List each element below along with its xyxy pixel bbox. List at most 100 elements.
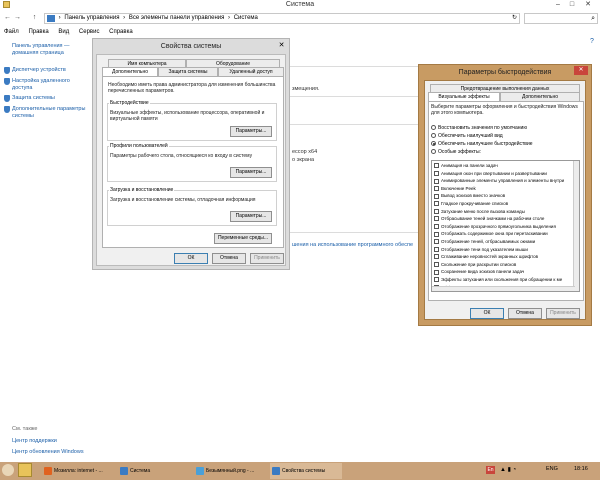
close-button[interactable]: ✕ [582,0,594,9]
effect-checkbox[interactable] [434,186,439,192]
effect-checkbox[interactable] [434,246,439,252]
tab-perf-advanced[interactable]: Дополнительно [500,92,580,101]
taskbar-item-sysprops[interactable]: Свойства системы [270,463,342,479]
effect-item[interactable]: Отображение теней, отбрасываемых окнами [434,238,572,246]
sidebar-home-link[interactable]: Панель управления — домашняя страница [12,43,90,56]
sidebar-item-protection[interactable]: Защита системы [4,95,90,102]
refresh-icon[interactable]: ↻ [512,14,517,23]
effect-checkbox[interactable] [434,231,439,237]
breadcrumb-control-panel[interactable]: Панель управления [64,15,119,21]
radio-button[interactable] [431,141,436,147]
taskbar-item-browser[interactable]: Мозилла: internet - ... [42,463,114,479]
taskbar-item-system[interactable]: Система [118,463,190,479]
effect-item[interactable]: Отбрасывание теней значками на рабочем с… [434,215,572,223]
effect-item[interactable]: Включение Peek [434,185,572,193]
see-also-action-center[interactable]: Центр поддержки [12,438,57,444]
address-field[interactable]: › Панель управления › Все элементы панел… [44,13,520,24]
breadcrumb-system[interactable]: Система [234,15,258,21]
effect-item[interactable]: Сохранение вида эскизов панели задач [434,268,572,276]
search-input[interactable]: ⌕ [524,13,598,24]
minimize-button[interactable]: – [552,0,564,9]
up-button[interactable]: ↑ [30,13,39,23]
ok-button[interactable]: ОК [174,253,208,264]
perf-ok-button[interactable]: ОК [470,308,504,319]
performance-settings-button[interactable]: Параметры... [230,126,272,137]
divider [286,124,422,125]
perf-cancel-button[interactable]: Отмена [508,308,542,319]
startup-settings-button[interactable]: Параметры... [230,211,272,222]
tab-remote[interactable]: Удаленный доступ [218,67,284,76]
effect-checkbox[interactable] [434,254,439,260]
effect-item[interactable]: Анимация окон при свертывании и разверты… [434,170,572,178]
menu-view[interactable]: Вид [58,29,69,35]
breadcrumb-all-items[interactable]: Все элементы панели управления [129,15,225,21]
see-also-windows-update[interactable]: Центр обновления Windows [12,449,84,455]
effect-item[interactable]: Скольжение при раскрытии списков [434,261,572,269]
explorer-pinned-icon[interactable] [18,463,32,477]
effect-checkbox[interactable] [434,170,439,176]
effects-scrollbar[interactable] [573,161,579,291]
system-properties-close-button[interactable]: ✕ [276,41,287,50]
tab-advanced[interactable]: Дополнительно [102,67,158,76]
clock[interactable]: 18:16 [574,466,588,472]
effect-checkbox[interactable] [434,239,439,245]
tab-system-protection[interactable]: Защита системы [158,67,218,76]
start-icon[interactable] [2,464,14,476]
effects-hscrollbar[interactable] [432,286,575,291]
main-fragment: о экрана [292,157,315,163]
cancel-button[interactable]: Отмена [212,253,246,264]
menu-help[interactable]: Справка [109,29,133,35]
help-icon[interactable]: ? [590,38,594,45]
effect-checkbox[interactable] [434,224,439,230]
maximize-button[interactable]: □ [566,0,578,9]
forward-button[interactable]: → [13,13,22,23]
effect-checkbox[interactable] [434,262,439,268]
license-link[interactable]: шения на использование программного обес… [292,242,413,248]
perf-radio-option[interactable]: Обеспечить наилучшее быстродействие [431,140,581,148]
effect-item[interactable]: Гладкое прокручивание списков [434,200,572,208]
sidebar-item-device-manager[interactable]: Диспетчер устройств [4,67,90,74]
tab-visual-effects[interactable]: Визуальные эффекты [428,92,500,101]
effect-item[interactable]: Отображение тени под указателем мыши [434,246,572,254]
menu-tools[interactable]: Сервис [79,29,100,35]
perf-apply-button[interactable]: Применить [546,308,580,319]
perf-radio-group: Восстановить значения по умолчанию Обеспе… [431,124,581,156]
effect-item[interactable]: Сглаживание неровностей экранных шрифтов [434,253,572,261]
effect-item[interactable]: Затухание меню после вызова команды [434,208,572,216]
performance-options-close-button[interactable]: ✕ [574,66,588,75]
effect-item[interactable]: Отображение прозрачного прямоугольника в… [434,223,572,231]
radio-button[interactable] [431,149,436,155]
language-indicator[interactable]: ENG [546,466,558,472]
radio-button[interactable] [431,125,436,131]
effect-checkbox[interactable] [434,216,439,222]
perf-radio-option[interactable]: Восстановить значения по умолчанию [431,124,581,132]
effect-checkbox[interactable] [434,163,439,169]
radio-label: Особые эффекты: [438,149,481,155]
effect-checkbox[interactable] [434,178,439,184]
back-button[interactable]: ← [3,13,12,23]
search-icon[interactable]: ⌕ [591,14,595,23]
effect-checkbox[interactable] [434,269,439,275]
profiles-settings-button[interactable]: Параметры... [230,167,272,178]
radio-button[interactable] [431,133,436,139]
apply-button[interactable]: Применить [250,253,284,264]
effect-item[interactable]: Эффекты затухания или скольжения при обр… [434,276,572,284]
effect-checkbox[interactable] [434,193,439,199]
effect-item[interactable]: Вывод эскизов вместо значков [434,192,572,200]
environment-variables-button[interactable]: Переменные среды... [214,233,272,244]
tray-icons[interactable]: ▲ ▮ ◔ [500,466,516,473]
effect-checkbox[interactable] [434,208,439,214]
menu-file[interactable]: Файл [4,29,19,35]
taskbar-item-paint[interactable]: Безымянный.png - ... [194,463,266,479]
input-indicator[interactable]: En [486,466,495,474]
effect-item[interactable]: Анимация на панели задач [434,162,572,170]
sidebar-item-remote[interactable]: Настройка удаленного доступа [4,78,90,91]
effect-checkbox[interactable] [434,201,439,207]
sidebar-item-advanced[interactable]: Дополнительные параметры системы [4,106,90,119]
perf-radio-option[interactable]: Особые эффекты: [431,148,581,156]
perf-radio-option[interactable]: Обеспечить наилучший вид [431,132,581,140]
effect-item[interactable]: Отображать содержимое окна при перетаски… [434,230,572,238]
effect-checkbox[interactable] [434,277,439,283]
effect-item[interactable]: Анимированные элементы управления и элем… [434,177,572,185]
menu-edit[interactable]: Правка [28,29,48,35]
